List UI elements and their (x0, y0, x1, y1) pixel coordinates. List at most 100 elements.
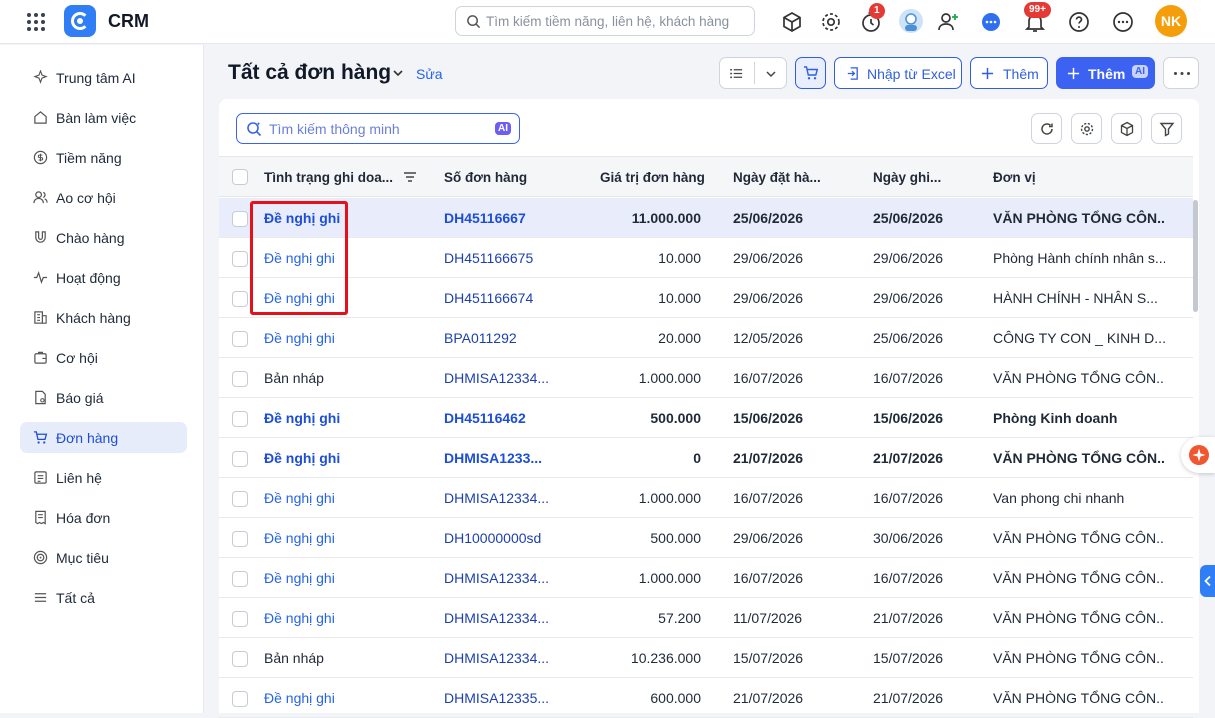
dollar-circle-icon (33, 150, 48, 165)
row-checkbox[interactable] (232, 491, 248, 507)
cell-order-date: 16/07/2026 (733, 370, 804, 386)
bot-avatar-icon[interactable] (898, 8, 924, 34)
cell-status[interactable]: Đề nghị ghi (264, 610, 424, 626)
table-row[interactable]: Đề nghị ghi DHMISA12334... 1.000.000 16/07/… (219, 558, 1193, 598)
cell-status[interactable]: Đề nghị ghi (264, 570, 424, 586)
table-settings-button[interactable] (1071, 113, 1102, 144)
table-row[interactable]: Đề nghị ghi DHMISA1233... 0 21/07/2026 21/07… (219, 438, 1193, 478)
import-excel-button[interactable]: Nhập từ Excel (834, 57, 962, 89)
floating-ai-button[interactable] (1181, 437, 1215, 473)
sidebar-item-orders[interactable]: Đơn hàng (20, 422, 187, 453)
row-checkbox[interactable] (232, 651, 248, 667)
settings-gear-icon[interactable] (819, 10, 843, 34)
table-row[interactable]: Đề nghị ghi DHMISA12334... 1.000.000 16/07/… (219, 478, 1193, 518)
cell-status[interactable]: Đề nghị ghi (264, 490, 424, 506)
sort-filter-icon[interactable] (403, 171, 417, 183)
more-options-icon[interactable] (1111, 10, 1135, 34)
add-user-icon[interactable] (936, 10, 960, 34)
cell-status[interactable]: Đề nghị ghi (264, 690, 424, 706)
row-checkbox[interactable] (232, 411, 248, 427)
cell-status[interactable]: Bản nháp (264, 650, 424, 666)
import-icon (847, 67, 858, 80)
add-ai-button[interactable]: Thêm AI (1056, 57, 1155, 89)
crm-logo-icon[interactable] (64, 5, 96, 37)
cell-status[interactable]: Đề nghị ghi (264, 330, 424, 346)
box-search-icon[interactable] (780, 10, 804, 34)
global-search-input[interactable] (486, 12, 748, 30)
filter-button[interactable] (1151, 113, 1182, 144)
table-row[interactable]: Bản nháp DHMISA12334... 10.236.000 15/07/20… (219, 638, 1193, 678)
col-header-unit[interactable]: Đơn vị (993, 170, 1036, 185)
table-row[interactable]: Đề nghị ghi BPA011292 20.000 12/05/2026 25/0… (219, 318, 1193, 358)
chevron-down-icon[interactable] (392, 67, 404, 79)
sidebar-item-quotes[interactable]: Báo giá (20, 382, 187, 413)
global-search[interactable] (455, 6, 755, 36)
sidebar-item-label: Bàn làm việc (56, 110, 137, 126)
cell-record-date: 16/07/2026 (873, 570, 944, 586)
table-row[interactable]: Đề nghị ghi DH451166674 10.000 29/06/2026 29… (219, 278, 1193, 318)
table-row[interactable]: Đề nghị ghi DHMISA12334... 57.200 11/07/202… (219, 598, 1193, 638)
magnet-icon (35, 231, 46, 243)
sidebar-item-all[interactable]: Tất cả (20, 582, 187, 613)
row-checkbox[interactable] (232, 211, 248, 227)
table-row[interactable]: Bản nháp DHMISA12334... 1.000.000 16/07/202… (219, 358, 1193, 398)
sidebar-item-goals[interactable]: Mục tiêu (20, 542, 187, 573)
table-row[interactable]: Đề nghị ghi DH10000000sd 500.000 29/06/2026… (219, 518, 1193, 558)
cell-status[interactable]: Đề nghị ghi (264, 450, 424, 466)
col-header-order-value[interactable]: Giá trị đơn hàng (600, 170, 705, 185)
chat-bubble-icon[interactable] (979, 10, 1003, 34)
cell-status[interactable]: Đề nghị ghi (264, 410, 424, 426)
row-checkbox[interactable] (232, 611, 248, 627)
sidebar-item-label: Trung tâm AI (56, 70, 136, 86)
cell-order-value: 1.000.000 (638, 490, 701, 506)
help-icon[interactable] (1067, 10, 1091, 34)
table-row[interactable]: Đề nghị ghi DH451166675 10.000 29/06/2026 29… (219, 238, 1193, 278)
sidebar-item-activities[interactable]: Hoạt động (20, 262, 187, 293)
sidebar-item-opportunity-pool[interactable]: Ao cơ hội (20, 182, 187, 213)
row-checkbox[interactable] (232, 291, 248, 307)
col-header-status[interactable]: Tình trạng ghi doa... (264, 170, 393, 185)
more-actions-button[interactable] (1163, 57, 1199, 89)
sidebar-item-customers[interactable]: Khách hàng (20, 302, 187, 333)
row-checkbox[interactable] (232, 571, 248, 587)
table-row[interactable]: Đề nghị ghi DHMISA12335... 600.000 21/07/20… (219, 678, 1193, 718)
row-checkbox[interactable] (232, 371, 248, 387)
cell-record-date: 30/06/2026 (873, 530, 944, 546)
sidebar-item-ai-center[interactable]: Trung tâm AI (20, 62, 187, 93)
refresh-icon (1041, 123, 1053, 135)
table-row[interactable]: Đề nghị ghi DH45116667 11.000.000 25/06/202… (219, 198, 1193, 238)
top-bar: CRM 1 99+ NK (0, 0, 1215, 44)
sidebar-item-offers[interactable]: Chào hàng (20, 222, 187, 253)
add-button[interactable]: Thêm (970, 57, 1048, 89)
col-header-order-number[interactable]: Số đơn hàng (444, 170, 527, 185)
refresh-button[interactable] (1031, 113, 1062, 144)
col-header-record-date[interactable]: Ngày ghi... (873, 170, 941, 185)
sidebar-item-opportunities[interactable]: Cơ hội (20, 342, 187, 373)
select-all-checkbox[interactable] (232, 169, 248, 185)
side-panel-toggle[interactable] (1200, 565, 1215, 597)
user-avatar[interactable]: NK (1155, 5, 1187, 37)
row-checkbox[interactable] (232, 691, 248, 707)
row-checkbox[interactable] (232, 331, 248, 347)
sidebar-item-invoices[interactable]: Hóa đơn (20, 502, 187, 533)
sidebar-item-contacts[interactable]: Liên hệ (20, 462, 187, 493)
edit-view-link[interactable]: Sửa (416, 66, 443, 82)
cell-status[interactable]: Bản nháp (264, 370, 424, 386)
col-header-order-date[interactable]: Ngày đặt hà... (733, 170, 821, 185)
sidebar-item-leads[interactable]: Tiềm năng (20, 142, 187, 173)
sidebar-item-workspace[interactable]: Bàn làm việc (20, 102, 187, 133)
box-button[interactable] (1111, 113, 1142, 144)
smart-search-input[interactable] (269, 120, 484, 138)
app-launcher-icon[interactable] (25, 11, 47, 33)
view-mode-button[interactable] (719, 57, 787, 89)
smart-search[interactable]: AI (236, 113, 520, 144)
cell-status[interactable]: Đề nghị ghi (264, 530, 424, 546)
users-icon (33, 191, 48, 204)
table-scrollbar[interactable] (1193, 200, 1198, 312)
row-checkbox[interactable] (232, 251, 248, 267)
row-checkbox[interactable] (232, 531, 248, 547)
cart-filter-button[interactable] (795, 57, 826, 89)
table-row[interactable]: Đề nghị ghi DH45116462 500.000 15/06/2026 15… (219, 398, 1193, 438)
row-checkbox[interactable] (232, 451, 248, 467)
briefcase-icon (34, 351, 47, 364)
